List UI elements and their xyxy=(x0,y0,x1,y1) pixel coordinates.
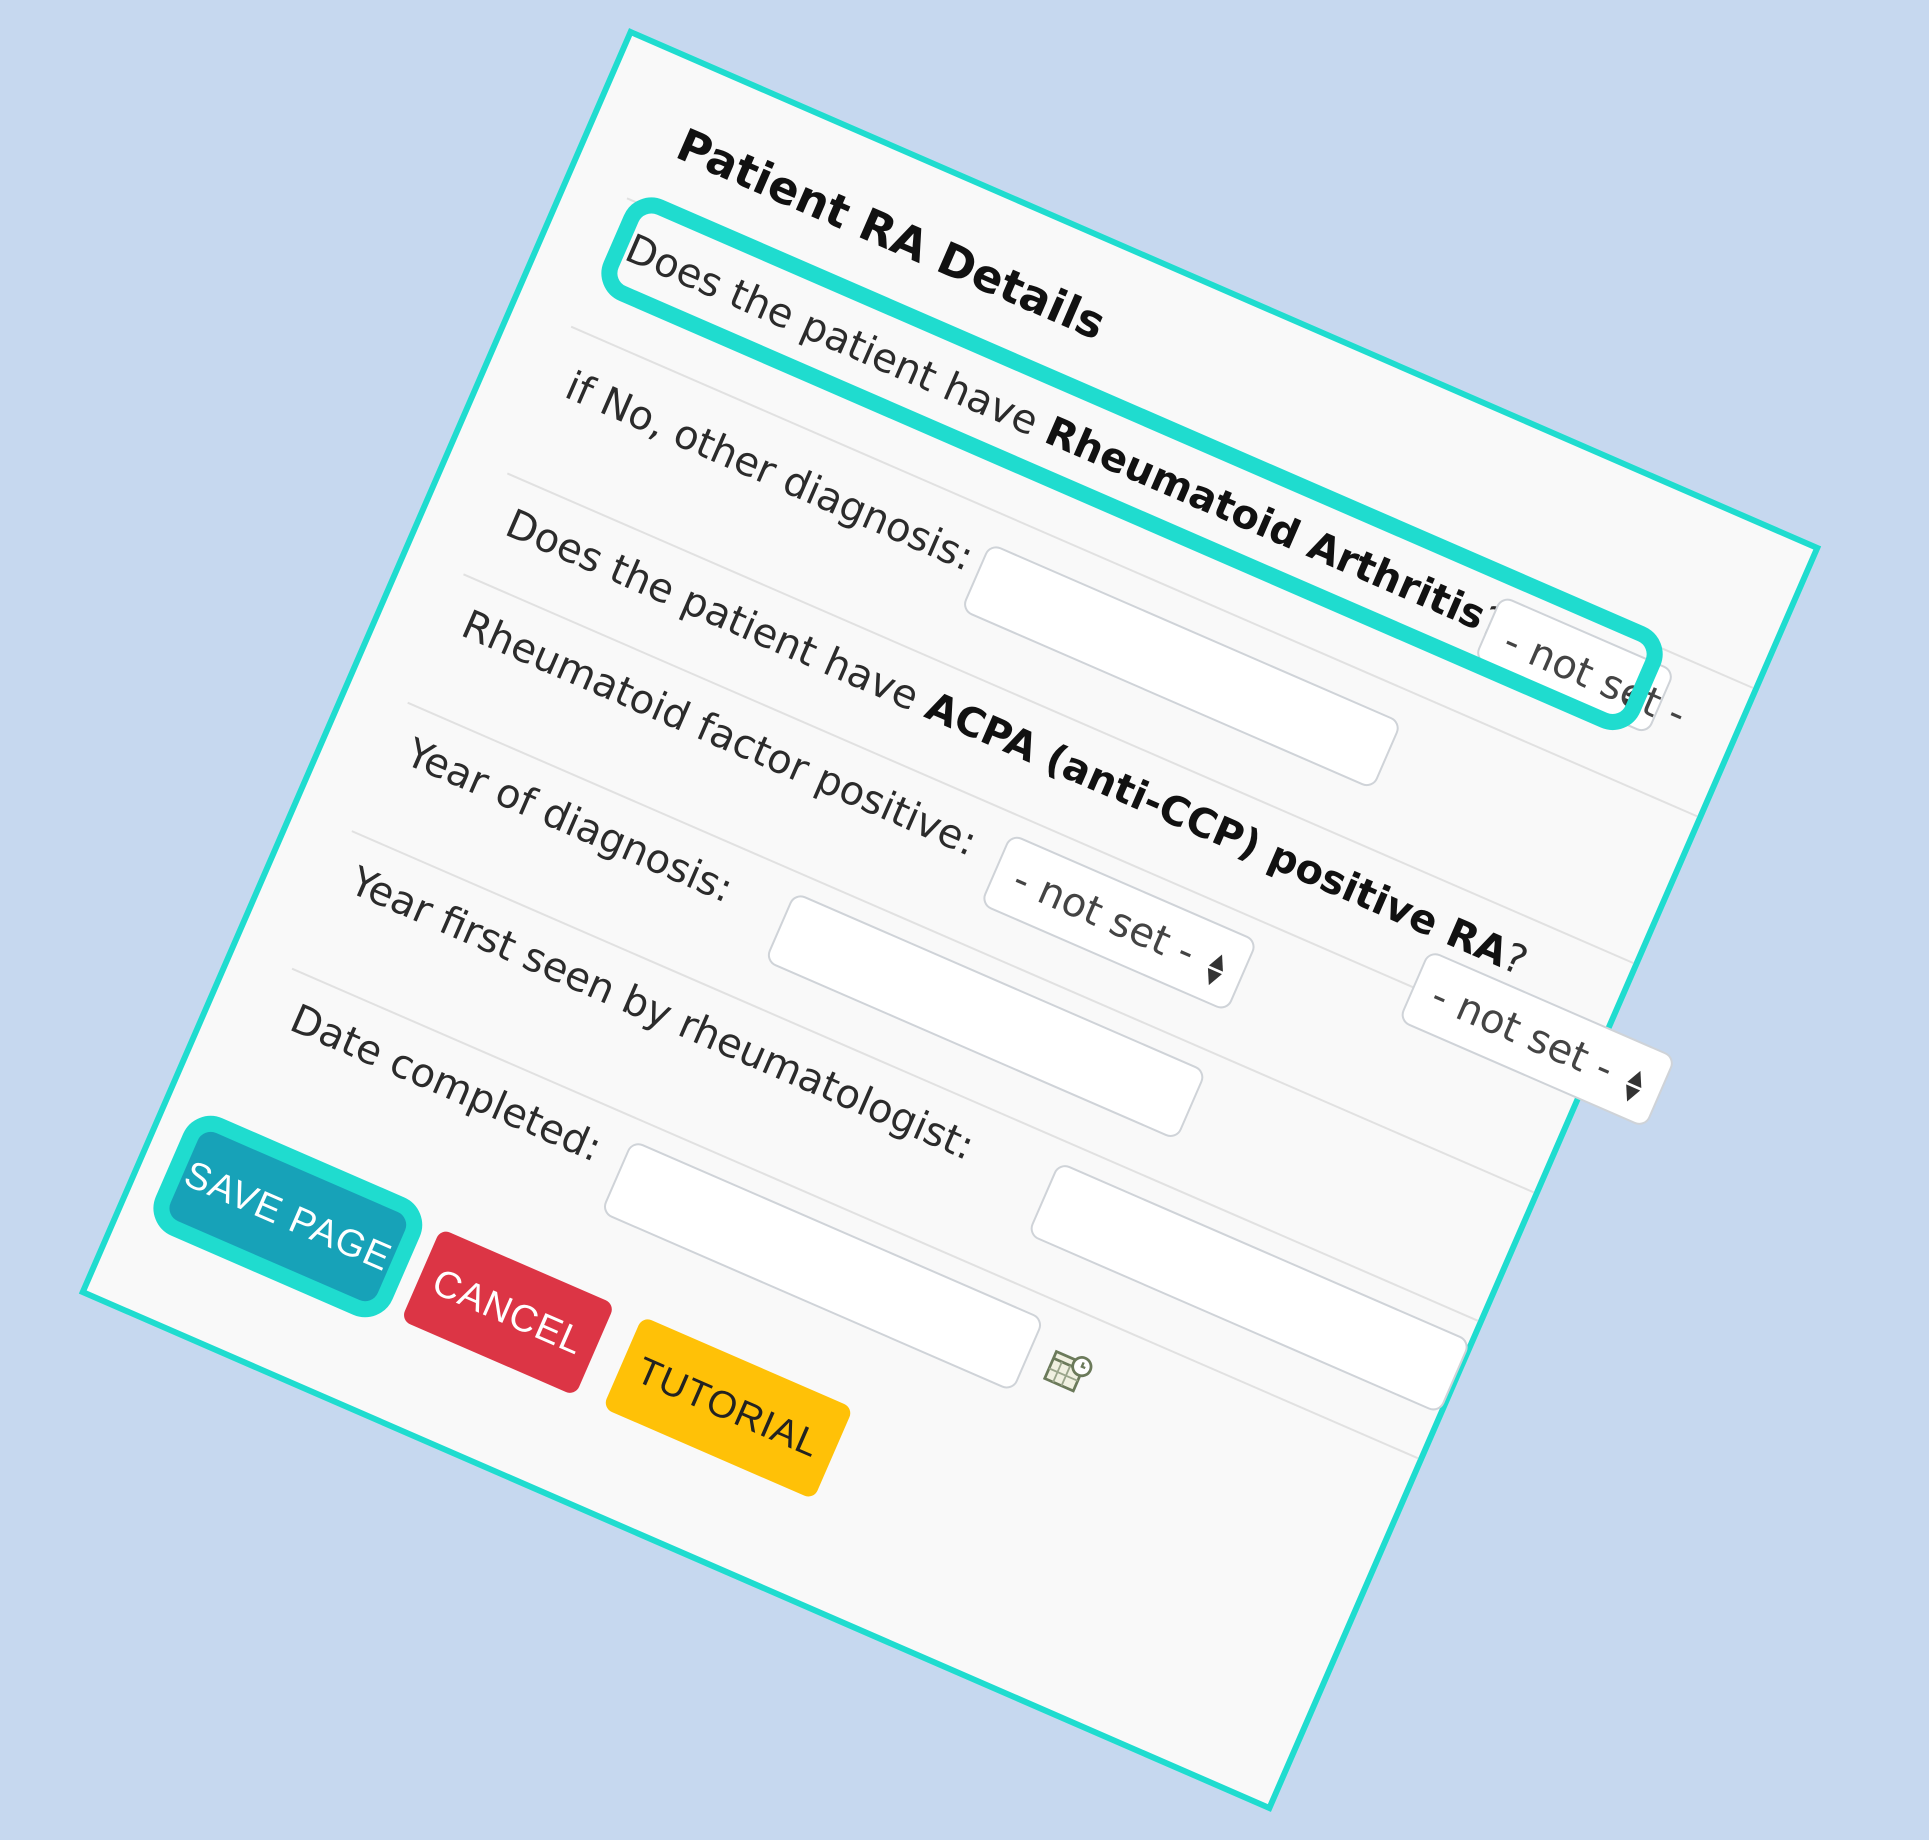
select-arrows-icon: ▲ ▼ xyxy=(1200,945,1232,991)
calendar-icon[interactable] xyxy=(1038,1343,1096,1401)
rf-select-value: - not set - xyxy=(1006,856,1203,976)
patient-ra-form-panel: Patient RA Details Does the patient have… xyxy=(78,28,1822,1812)
select-arrows-icon: ▲ ▼ xyxy=(1619,1062,1650,1107)
cancel-button[interactable]: CANCEL xyxy=(400,1228,615,1396)
tutorial-button[interactable]: TUTORIAL xyxy=(602,1316,854,1500)
